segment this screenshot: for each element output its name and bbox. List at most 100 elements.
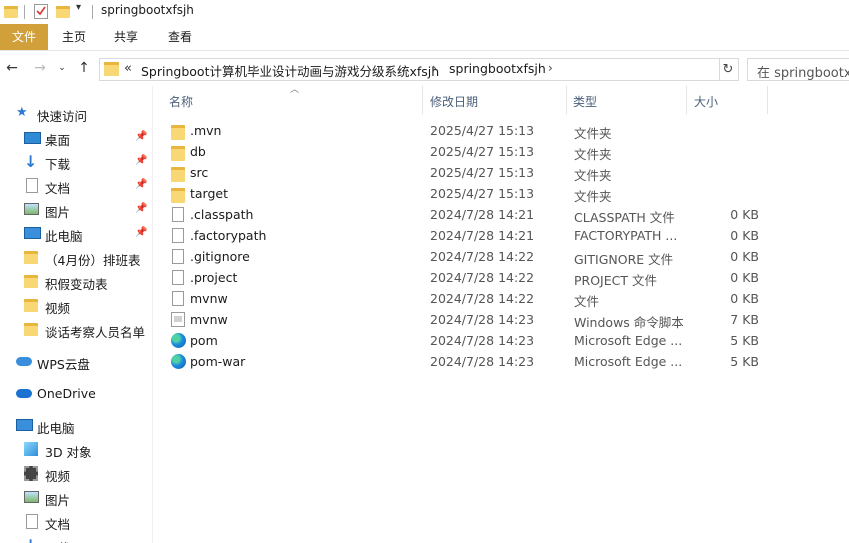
file-type: 文件夹 bbox=[574, 189, 612, 204]
nav-item-downloads[interactable]: ↓ 下载 📌 bbox=[0, 151, 152, 173]
tab-file[interactable]: 文件 bbox=[0, 24, 48, 50]
desktop-icon bbox=[24, 132, 41, 144]
nav-item-3d-objects[interactable]: 3D 对象 bbox=[0, 439, 152, 461]
pin-icon[interactable]: 📌 bbox=[135, 131, 147, 142]
nav-label: OneDrive bbox=[37, 386, 96, 401]
column-header-size[interactable]: 大小 bbox=[694, 93, 718, 110]
tab-share[interactable]: 共享 bbox=[102, 24, 150, 50]
pane-divider[interactable] bbox=[152, 86, 153, 543]
nav-item-this-pc-pinned[interactable]: 此电脑 📌 bbox=[0, 223, 152, 245]
nav-item-pictures[interactable]: 图片 📌 bbox=[0, 199, 152, 221]
file-icon bbox=[172, 228, 184, 243]
nav-item-pictures[interactable]: 图片 bbox=[0, 487, 152, 509]
file-type: CLASSPATH 文件 bbox=[574, 210, 675, 225]
file-row[interactable]: .project 2024/7/28 14:22 PROJECT 文件 0 KB bbox=[165, 267, 775, 288]
nav-item-wps-cloud[interactable]: WPS云盘 bbox=[0, 351, 152, 373]
file-row[interactable]: mvnw 2024/7/28 14:22 文件 0 KB bbox=[165, 288, 775, 309]
file-date: 2025/4/27 15:13 bbox=[430, 186, 535, 201]
nav-item-desktop[interactable]: 桌面 📌 bbox=[0, 127, 152, 149]
file-row[interactable]: target 2025/4/27 15:13 文件夹 bbox=[165, 183, 775, 204]
file-row[interactable]: .factorypath 2024/7/28 14:21 FACTORYPATH .… bbox=[165, 225, 775, 246]
file-row[interactable]: db 2025/4/27 15:13 文件夹 bbox=[165, 141, 775, 162]
search-input[interactable]: 在 springbootxfsjh bbox=[747, 58, 849, 81]
nav-label: 文档 bbox=[45, 181, 71, 196]
file-row[interactable]: mvnw 2024/7/28 14:23 Windows 命令脚本 7 KB bbox=[165, 309, 775, 330]
folder-icon bbox=[104, 62, 119, 76]
file-size: 5 KB bbox=[730, 333, 759, 348]
nav-item-downloads[interactable]: ↓ 下载 bbox=[0, 535, 152, 543]
file-type: 文件夹 bbox=[574, 168, 612, 183]
up-arrow-icon[interactable]: ↑ bbox=[75, 59, 93, 77]
pin-icon[interactable]: 📌 bbox=[135, 227, 147, 238]
file-row[interactable]: .mvn 2025/4/27 15:13 文件夹 bbox=[165, 120, 775, 141]
pin-icon[interactable]: 📌 bbox=[135, 155, 147, 166]
nav-item-this-pc[interactable]: 此电脑 bbox=[0, 415, 152, 437]
new-folder-icon[interactable] bbox=[56, 6, 70, 18]
file-type: Microsoft Edge ... bbox=[574, 354, 683, 369]
column-header-row: ︿ 名称 修改日期 类型 大小 bbox=[153, 85, 849, 116]
column-resize-handle[interactable] bbox=[767, 86, 768, 114]
column-resize-handle[interactable] bbox=[686, 86, 687, 114]
file-icon bbox=[172, 291, 184, 306]
breadcrumb-item-parent[interactable]: Springboot计算机毕业设计动画与游戏分级系统xfsjh bbox=[141, 61, 439, 80]
nav-item-folder[interactable]: （4月份）排班表 bbox=[0, 247, 152, 269]
title-bar: ▾ springbootxfsjh bbox=[0, 0, 849, 24]
column-resize-handle[interactable] bbox=[422, 86, 423, 114]
file-size: 0 KB bbox=[730, 270, 759, 285]
file-row[interactable]: pom-war 2024/7/28 14:23 Microsoft Edge ...… bbox=[165, 351, 775, 372]
file-name: .factorypath bbox=[190, 228, 267, 243]
file-type: Microsoft Edge ... bbox=[574, 333, 683, 348]
column-header-date[interactable]: 修改日期 bbox=[430, 93, 478, 110]
nav-item-onedrive[interactable]: OneDrive bbox=[0, 383, 152, 405]
nav-item-videos[interactable]: 视频 bbox=[0, 463, 152, 485]
nav-label: 快速访问 bbox=[37, 109, 88, 124]
separator bbox=[24, 5, 25, 19]
breadcrumb-item-current[interactable]: springbootxfsjh bbox=[449, 61, 546, 76]
nav-label: 图片 bbox=[45, 205, 71, 220]
tab-view[interactable]: 查看 bbox=[156, 24, 204, 50]
download-icon: ↓ bbox=[24, 152, 38, 171]
back-arrow-icon[interactable]: ← bbox=[3, 59, 21, 77]
folder-icon bbox=[24, 275, 38, 288]
forward-arrow-icon[interactable]: → bbox=[31, 59, 49, 77]
file-name: db bbox=[190, 144, 206, 159]
file-size: 0 KB bbox=[730, 207, 759, 222]
file-name: .classpath bbox=[190, 207, 254, 222]
nav-item-folder[interactable]: 积假变动表 bbox=[0, 271, 152, 293]
nav-quick-access[interactable]: ★ 快速访问 bbox=[0, 103, 152, 125]
3d-objects-icon bbox=[24, 442, 38, 456]
nav-label: 图片 bbox=[45, 493, 71, 508]
customize-quick-access-icon[interactable]: ▾ bbox=[76, 2, 81, 13]
chevron-right-icon[interactable]: › bbox=[432, 61, 437, 75]
file-row[interactable]: pom 2024/7/28 14:23 Microsoft Edge ... 5 KB bbox=[165, 330, 775, 351]
address-bar[interactable]: « Springboot计算机毕业设计动画与游戏分级系统xfsjh › spri… bbox=[99, 58, 815, 81]
nav-item-folder[interactable]: 视频 bbox=[0, 295, 152, 317]
file-date: 2024/7/28 14:23 bbox=[430, 354, 535, 369]
folder-icon bbox=[24, 299, 38, 312]
file-row[interactable]: .gitignore 2024/7/28 14:22 GITIGNORE 文件 0 K… bbox=[165, 246, 775, 267]
column-resize-handle[interactable] bbox=[566, 86, 567, 114]
document-icon bbox=[26, 178, 38, 193]
column-header-type[interactable]: 类型 bbox=[573, 93, 597, 110]
breadcrumb-overflow[interactable]: « bbox=[124, 61, 132, 76]
recent-locations-icon[interactable]: ⌄ bbox=[53, 59, 71, 77]
column-header-name[interactable]: 名称 bbox=[169, 93, 193, 110]
file-type: PROJECT 文件 bbox=[574, 273, 657, 288]
chevron-right-icon[interactable]: › bbox=[548, 61, 553, 75]
nav-item-folder[interactable]: 谈话考察人员名单 bbox=[0, 319, 152, 341]
refresh-icon[interactable]: ↻ bbox=[718, 58, 739, 81]
address-row: ← → ⌄ ↑ « Springboot计算机毕业设计动画与游戏分级系统xfsj… bbox=[0, 51, 849, 85]
file-name: pom-war bbox=[190, 354, 246, 369]
nav-item-documents[interactable]: 文档 bbox=[0, 511, 152, 533]
pin-icon[interactable]: 📌 bbox=[135, 203, 147, 214]
file-row[interactable]: src 2025/4/27 15:13 文件夹 bbox=[165, 162, 775, 183]
properties-checkmark-icon[interactable] bbox=[34, 4, 48, 19]
separator bbox=[92, 5, 93, 19]
nav-item-documents[interactable]: 文档 📌 bbox=[0, 175, 152, 197]
wps-cloud-icon bbox=[16, 357, 32, 366]
file-row[interactable]: .classpath 2024/7/28 14:21 CLASSPATH 文件 0 K… bbox=[165, 204, 775, 225]
tab-home[interactable]: 主页 bbox=[50, 24, 98, 50]
document-icon bbox=[26, 514, 38, 529]
cmd-script-icon bbox=[171, 312, 185, 327]
pin-icon[interactable]: 📌 bbox=[135, 179, 147, 190]
